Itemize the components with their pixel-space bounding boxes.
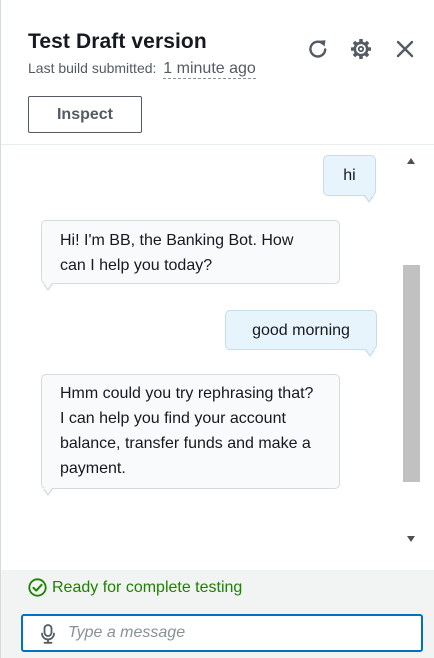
scroll-down-arrow-icon[interactable]: [407, 536, 415, 542]
bot-message: Hmm could you try rephrasing that? I can…: [41, 374, 340, 489]
scrollbar-thumb[interactable]: [403, 265, 420, 482]
user-message-tail: [365, 349, 375, 357]
check-circle-icon: [28, 578, 47, 597]
build-status: Last build submitted: 1 minute ago: [28, 60, 256, 79]
chat-scrollbar[interactable]: [401, 145, 422, 550]
chat-footer: Ready for complete testing: [1, 570, 434, 658]
inspect-button[interactable]: Inspect: [28, 96, 142, 133]
bot-message-tail: [43, 488, 53, 496]
close-icon[interactable]: [392, 36, 418, 62]
message-input[interactable]: [68, 621, 398, 645]
panel-title: Test Draft version: [28, 30, 207, 53]
microphone-icon[interactable]: [40, 624, 56, 644]
build-status-label: Last build submitted:: [28, 60, 157, 76]
refresh-icon[interactable]: [305, 36, 331, 62]
panel-header: Test Draft version Last build submitted:…: [1, 0, 434, 145]
message-input-box[interactable]: [21, 614, 423, 652]
bot-message-tail: [43, 283, 53, 291]
testing-status: Ready for complete testing: [28, 578, 242, 597]
build-time[interactable]: 1 minute ago: [163, 60, 256, 79]
test-bot-panel: Test Draft version Last build submitted:…: [0, 0, 434, 658]
user-message-tail: [364, 195, 374, 203]
gear-icon[interactable]: [348, 36, 374, 62]
user-message: good morning: [225, 310, 377, 350]
bot-message: Hi! I'm BB, the Banking Bot. How can I h…: [41, 220, 340, 284]
chat-transcript[interactable]: hi Hi! I'm BB, the Banking Bot. How can …: [1, 145, 401, 570]
testing-status-text: Ready for complete testing: [52, 578, 243, 596]
scroll-up-arrow-icon[interactable]: [407, 158, 415, 164]
user-message: hi: [323, 155, 376, 196]
